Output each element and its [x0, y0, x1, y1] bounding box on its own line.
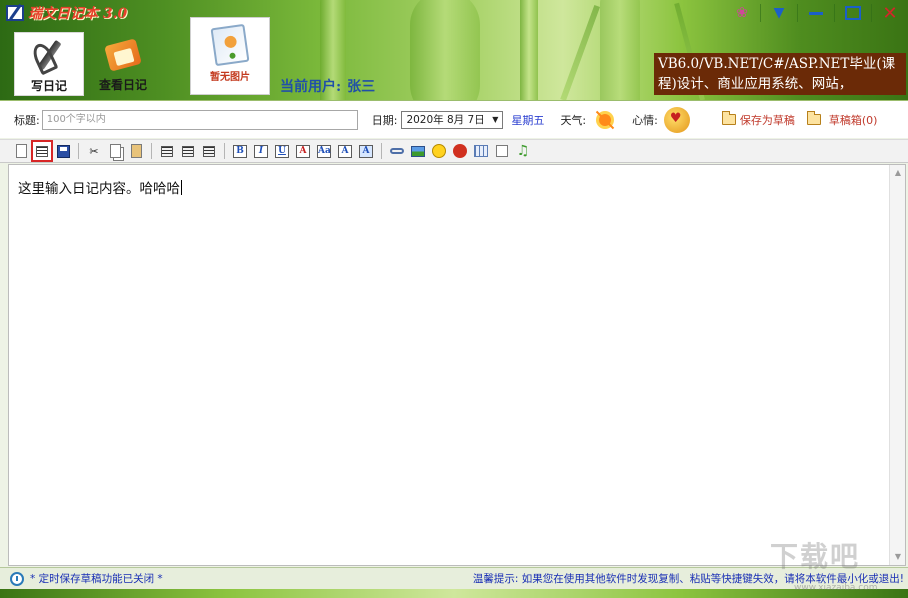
app-title: 瑞文日记本 3.0	[6, 3, 127, 23]
current-user: 当前用户: 张三	[280, 76, 381, 96]
flash-icon[interactable]	[451, 142, 469, 160]
editor-text: 这里输入日记内容。哈哈哈	[18, 181, 180, 197]
dropdown-menu-icon[interactable]: ▼	[767, 3, 791, 23]
editor-content[interactable]: 这里输入日记内容。哈哈哈	[18, 177, 182, 197]
photo-label: 暂无图片	[210, 72, 250, 83]
header-banner: 瑞文日记本 3.0 ❀ ▼ ✕ 写日记 查看日记 暂无图片 当前用户: 张三 V…	[0, 0, 908, 100]
copy-icon[interactable]	[106, 142, 124, 160]
editor-toolbar: ✂ B I U A Aa A A ♫	[0, 139, 908, 163]
watermark-url: www.xiazaiba.com	[794, 583, 878, 593]
save-icon[interactable]	[54, 142, 72, 160]
current-user-label: 当前用户:	[280, 79, 342, 95]
app-title-text: 瑞文日记本 3.0	[28, 6, 128, 22]
divider	[760, 4, 761, 22]
banner-decoration	[520, 0, 538, 100]
close-button[interactable]: ✕	[878, 3, 902, 24]
table-icon[interactable]	[472, 142, 490, 160]
divider	[151, 143, 152, 159]
ad-banner[interactable]: VB6.0/VB.NET/C#/ASP.NET毕业(课 程)设计、商业应用系统、…	[654, 53, 906, 95]
image-icon[interactable]	[409, 142, 427, 160]
date-picker[interactable]: 2020年 8月 7日 ▼	[401, 110, 504, 129]
diary-editor[interactable]: 这里输入日记内容。哈哈哈 ▲ ▼	[8, 164, 906, 566]
special-char-icon[interactable]	[493, 142, 511, 160]
mood-icon[interactable]	[663, 106, 690, 133]
save-draft-label: 保存为草稿	[739, 113, 795, 127]
align-left-icon[interactable]	[158, 142, 176, 160]
banner-decoration	[600, 0, 640, 100]
save-draft-button[interactable]: 保存为草稿	[721, 111, 795, 128]
clock-icon	[10, 571, 24, 586]
ad-line: 程)设计、商业应用系统、网站，	[658, 76, 853, 92]
italic-icon[interactable]: I	[252, 142, 270, 160]
window-controls: ❀ ▼ ✕	[730, 3, 902, 24]
date-label: 日期:	[371, 113, 398, 127]
write-diary-label: 写日记	[30, 79, 67, 93]
photo-placeholder-icon	[210, 23, 250, 67]
view-diary-label: 查看日记	[98, 78, 147, 92]
drafts-box-label: 草稿箱(0)	[828, 113, 878, 127]
folder-icon	[721, 111, 736, 125]
music-icon[interactable]: ♫	[514, 142, 532, 160]
book-icon	[103, 36, 143, 74]
divider	[871, 4, 872, 22]
font-size-icon[interactable]: A	[336, 142, 354, 160]
font-face-icon[interactable]: Aa	[315, 142, 333, 160]
divider	[834, 4, 835, 22]
title-input[interactable]	[41, 109, 358, 130]
banner-decoration	[560, 5, 601, 100]
sun-icon[interactable]	[592, 107, 618, 133]
divider	[797, 4, 798, 22]
scroll-down-icon[interactable]: ▼	[890, 549, 906, 565]
divider	[224, 143, 225, 159]
weekday: 星期五	[511, 113, 545, 127]
folder-icon	[806, 111, 821, 125]
cut-icon[interactable]: ✂	[85, 142, 103, 160]
scroll-up-icon[interactable]: ▲	[890, 165, 906, 181]
bottom-decoration	[0, 589, 908, 598]
text-caret	[181, 180, 182, 195]
new-document-icon[interactable]	[12, 142, 30, 160]
ad-line: VB6.0/VB.NET/C#/ASP.NET毕业(课	[658, 56, 896, 72]
vertical-scrollbar[interactable]: ▲ ▼	[889, 165, 905, 565]
emoticon-icon[interactable]	[430, 142, 448, 160]
background-color-icon[interactable]: A	[357, 142, 375, 160]
underline-icon[interactable]: U	[273, 142, 291, 160]
app-window: 瑞文日记本 3.0 ❀ ▼ ✕ 写日记 查看日记 暂无图片 当前用户: 张三 V…	[0, 0, 908, 598]
font-color-icon[interactable]: A	[294, 142, 312, 160]
app-logo-icon	[6, 5, 24, 21]
template-icon[interactable]	[31, 140, 53, 162]
divider	[78, 143, 79, 159]
drafts-box-button[interactable]: 草稿箱(0)	[806, 111, 878, 128]
chevron-down-icon: ▼	[492, 115, 499, 124]
entry-info-row: 标题: 日期: 2020年 8月 7日 ▼ 星期五 天气: 心情: 保存为草稿 …	[0, 100, 908, 138]
minimize-button[interactable]	[804, 3, 828, 23]
pen-icon	[29, 37, 69, 75]
bold-icon[interactable]: B	[231, 142, 249, 160]
weather-label: 天气:	[560, 113, 587, 127]
maximize-button[interactable]	[841, 3, 865, 23]
view-diary-button[interactable]: 查看日记	[88, 32, 158, 96]
title-label: 标题:	[14, 113, 40, 127]
skin-icon[interactable]: ❀	[730, 3, 754, 23]
photo-box[interactable]: 暂无图片	[190, 17, 270, 95]
autosave-status: * 定时保存草稿功能已关闭 *	[30, 573, 163, 585]
banner-decoration	[410, 0, 480, 100]
watermark: 下载吧	[770, 540, 861, 573]
current-user-name: 张三	[347, 79, 376, 95]
paste-icon[interactable]	[127, 142, 145, 160]
divider	[381, 143, 382, 159]
link-icon[interactable]	[388, 142, 406, 160]
align-right-icon[interactable]	[200, 142, 218, 160]
date-value: 2020年 8月 7日	[406, 114, 485, 126]
align-center-icon[interactable]	[179, 142, 197, 160]
write-diary-button[interactable]: 写日记	[14, 32, 84, 96]
mood-label: 心情:	[632, 113, 658, 127]
